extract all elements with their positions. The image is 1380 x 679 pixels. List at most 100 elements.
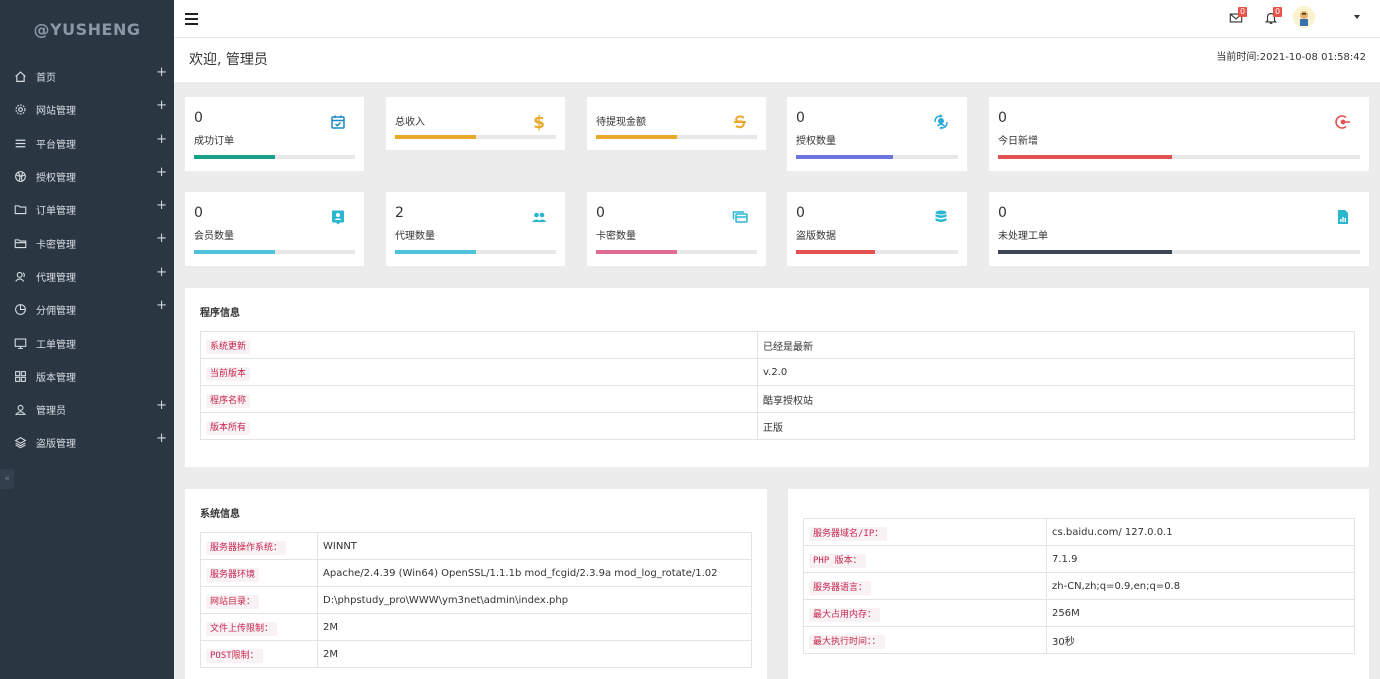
server-info-panel: 服务器域名/IP： cs.baidu.com/ 127.0.0.1 PHP 版本：… <box>788 489 1369 679</box>
sidebar-item-cards[interactable]: 卡密管理 + <box>0 226 174 259</box>
contact-icon <box>329 208 347 226</box>
sidebar-item-label: 网站管理 <box>36 106 76 118</box>
stat-label: 会员数量 <box>194 231 234 242</box>
bell-badge: 0 <box>1273 7 1283 17</box>
database-icon <box>932 208 950 226</box>
pie-icon <box>15 304 26 316</box>
sidebar-item-label: 管理员 <box>36 406 66 418</box>
panel-title: 系统信息 <box>200 509 240 520</box>
welcome-bar: 欢迎, 管理员 当前时间:2021-10-08 01:58:42 <box>174 38 1380 82</box>
table-row: 网站目录： D:\phpstudy_pro\WWW\ym3net\admin\in… <box>200 586 752 614</box>
stat-card-income: 总收入 $ <box>386 97 565 150</box>
stat-card-auth: 0 授权数量 <box>787 97 967 171</box>
page-title: 欢迎, 管理员 <box>189 52 268 68</box>
progress-bar <box>395 250 556 254</box>
expand-icon[interactable]: + <box>156 299 167 312</box>
avatar[interactable] <box>1293 6 1315 28</box>
table-row: 最大执行时间：： 30秒 <box>803 626 1355 654</box>
user-group-icon <box>15 271 25 282</box>
stat-value: 0 <box>796 110 805 126</box>
sidebar-item-orders[interactable]: 订单管理 + <box>0 193 174 226</box>
brand-logo: @YUSHENG <box>33 20 141 39</box>
expand-icon[interactable]: + <box>156 232 167 245</box>
sidebar-item-agents[interactable]: 代理管理 + <box>0 260 174 293</box>
calendar-check-icon <box>329 113 347 131</box>
system-info-table: 服务器操作系统： WINNT 服务器环境 Apache/2.4.39 (Win64)… <box>200 532 752 668</box>
table-row: 当前版本 v.2.0 <box>200 358 1355 386</box>
ball-icon <box>15 171 26 182</box>
table-row: PHP 版本： 7.1.9 <box>803 545 1355 573</box>
stat-label: 代理数量 <box>395 231 435 242</box>
stat-label: 盗版数据 <box>796 231 836 242</box>
mail-icon[interactable]: 0 <box>1229 7 1248 26</box>
table-row: 服务器环境 Apache/2.4.39 (Win64) OpenSSL/1.1.1… <box>200 559 752 587</box>
sidebar-item-platform[interactable]: 平台管理 + <box>0 127 174 160</box>
expand-icon[interactable]: + <box>156 133 167 146</box>
sidebar-item-versions[interactable]: 版本管理 <box>0 360 174 393</box>
progress-bar <box>796 250 958 254</box>
progress-bar <box>596 250 757 254</box>
progress-bar <box>998 250 1360 254</box>
table-row: POST限制： 2M <box>200 640 752 668</box>
progress-bar <box>395 135 556 139</box>
list-icon <box>15 139 26 148</box>
stat-value: 0 <box>596 205 605 221</box>
stat-card-members: 0 会员数量 <box>185 192 364 266</box>
program-info-panel: 程序信息 系统更新 已经是最新 当前版本 v.2.0 程序名称 酷享授权站 版本所有正… <box>185 288 1369 467</box>
mail-badge: 0 <box>1238 7 1248 17</box>
user-sync-icon <box>932 113 950 131</box>
menu-toggle-icon[interactable] <box>185 13 198 25</box>
stat-label: 今日新增 <box>998 136 1038 147</box>
svg-text:$: $ <box>533 113 545 131</box>
chevron-down-icon[interactable] <box>1354 15 1360 19</box>
stat-value: 0 <box>998 110 1007 126</box>
stat-label: 成功订单 <box>194 136 234 147</box>
monitor-icon <box>14 338 27 349</box>
sidebar-collapse-button[interactable]: « <box>0 469 14 489</box>
grid-icon <box>15 370 26 382</box>
report-icon <box>1334 208 1352 226</box>
dollar-icon: $ <box>530 113 548 133</box>
users-icon <box>530 208 548 226</box>
sidebar-item-admins[interactable]: 管理员 + <box>0 393 174 426</box>
sidebar-item-label: 平台管理 <box>36 139 76 151</box>
stat-value: 0 <box>194 110 203 126</box>
expand-icon[interactable]: + <box>156 199 167 212</box>
currency-icon <box>731 113 749 131</box>
sidebar-item-label: 工单管理 <box>36 339 76 351</box>
folder-open-icon <box>14 238 27 248</box>
expand-icon[interactable]: + <box>156 99 167 112</box>
home-icon <box>15 71 26 83</box>
system-info-panel: 系统信息 服务器操作系统： WINNT 服务器环境 Apache/2.4.39 (W… <box>185 489 767 679</box>
sidebar-item-piracy[interactable]: 盗版管理 + <box>0 426 174 459</box>
program-info-table: 系统更新 已经是最新 当前版本 v.2.0 程序名称 酷享授权站 版本所有 正版 <box>200 331 1355 440</box>
stat-card-today: 0 今日新增 <box>989 97 1369 171</box>
sidebar-item-authorization[interactable]: 授权管理 + <box>0 160 174 193</box>
expand-icon[interactable]: + <box>156 432 167 445</box>
target-icon <box>1334 113 1352 131</box>
gear-icon <box>15 104 26 115</box>
stat-card-orders: 0 成功订单 <box>185 97 364 171</box>
sidebar-item-commission[interactable]: 分佣管理 + <box>0 293 174 326</box>
stat-label: 卡密数量 <box>596 231 636 242</box>
sidebar-item-website[interactable]: 网站管理 + <box>0 93 174 126</box>
sidebar-item-label: 授权管理 <box>36 173 76 185</box>
stat-value: 0 <box>796 205 805 221</box>
sidebar-item-label: 盗版管理 <box>36 439 76 451</box>
table-row: 版本所有 正版 <box>200 412 1355 440</box>
expand-icon[interactable]: + <box>156 266 167 279</box>
sidebar-item-label: 卡密管理 <box>36 239 76 251</box>
stat-card-agents: 2 代理数量 <box>386 192 565 266</box>
sidebar-item-label: 代理管理 <box>36 272 76 284</box>
expand-icon[interactable]: + <box>156 166 167 179</box>
sidebar-item-home[interactable]: 首页 + <box>0 60 174 93</box>
stat-card-cards: 0 卡密数量 <box>587 192 766 266</box>
expand-icon[interactable]: + <box>156 399 167 412</box>
stat-card-withdraw: 待提现金额 <box>587 97 766 150</box>
sidebar-item-tickets[interactable]: 工单管理 <box>0 326 174 359</box>
expand-icon[interactable]: + <box>156 66 167 79</box>
sidebar-item-label: 分佣管理 <box>36 306 76 318</box>
table-row: 程序名称 酷享授权站 <box>200 385 1355 413</box>
table-row: 服务器操作系统： WINNT <box>200 532 752 560</box>
bell-icon[interactable]: 0 <box>1264 7 1283 26</box>
